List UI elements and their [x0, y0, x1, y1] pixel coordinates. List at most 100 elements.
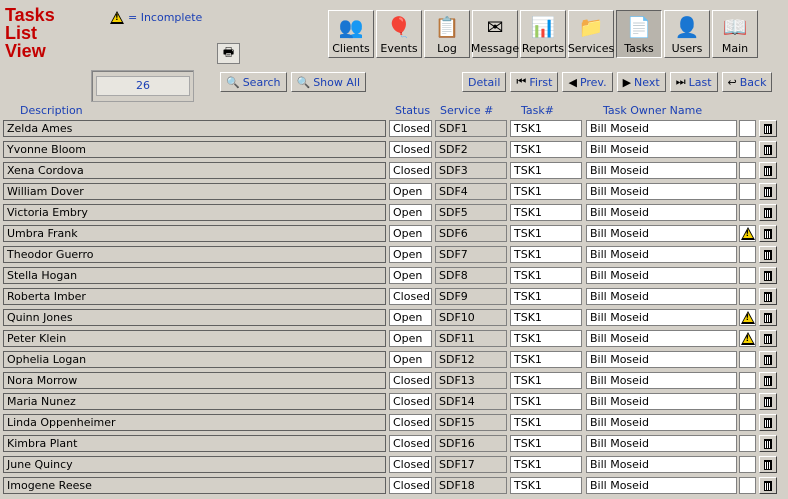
- status-cell[interactable]: Closed: [389, 120, 432, 137]
- status-cell[interactable]: Closed: [389, 393, 432, 410]
- table-row[interactable]: Quinn Jones Open SDF10 TSK1 Bill Moseid: [0, 308, 788, 329]
- table-row[interactable]: Xena Cordova Closed SDF3 TSK1 Bill Moseid: [0, 161, 788, 182]
- owner-cell[interactable]: Bill Moseid: [586, 162, 737, 179]
- owner-cell[interactable]: Bill Moseid: [586, 267, 737, 284]
- table-row[interactable]: Maria Nunez Closed SDF14 TSK1 Bill Moseid: [0, 392, 788, 413]
- owner-cell[interactable]: Bill Moseid: [586, 246, 737, 263]
- task-cell[interactable]: TSK1: [510, 414, 582, 431]
- status-cell[interactable]: Closed: [389, 477, 432, 494]
- owner-cell[interactable]: Bill Moseid: [586, 351, 737, 368]
- description-cell[interactable]: June Quincy: [3, 456, 386, 473]
- delete-button[interactable]: [759, 204, 777, 221]
- nav-main-button[interactable]: 📖 Main: [712, 10, 758, 58]
- table-row[interactable]: June Quincy Closed SDF17 TSK1 Bill Moseid: [0, 455, 788, 476]
- print-button[interactable]: 🖶: [217, 43, 240, 64]
- back-button[interactable]: ↩ Back: [721, 72, 773, 92]
- delete-button[interactable]: [759, 267, 777, 284]
- status-cell[interactable]: Open: [389, 267, 432, 284]
- description-cell[interactable]: Linda Oppenheimer: [3, 414, 386, 431]
- owner-cell[interactable]: Bill Moseid: [586, 330, 737, 347]
- owner-cell[interactable]: Bill Moseid: [586, 456, 737, 473]
- task-cell[interactable]: TSK1: [510, 246, 582, 263]
- description-cell[interactable]: Umbra Frank: [3, 225, 386, 242]
- nav-message-button[interactable]: ✉ Message: [471, 10, 519, 58]
- description-cell[interactable]: Xena Cordova: [3, 162, 386, 179]
- delete-button[interactable]: [759, 435, 777, 452]
- table-row[interactable]: William Dover Open SDF4 TSK1 Bill Moseid: [0, 182, 788, 203]
- description-cell[interactable]: Quinn Jones: [3, 309, 386, 326]
- delete-button[interactable]: [759, 120, 777, 137]
- table-row[interactable]: Stella Hogan Open SDF8 TSK1 Bill Moseid: [0, 266, 788, 287]
- task-cell[interactable]: TSK1: [510, 372, 582, 389]
- task-cell[interactable]: TSK1: [510, 162, 582, 179]
- task-cell[interactable]: TSK1: [510, 435, 582, 452]
- description-cell[interactable]: Ophelia Logan: [3, 351, 386, 368]
- task-cell[interactable]: TSK1: [510, 393, 582, 410]
- owner-cell[interactable]: Bill Moseid: [586, 204, 737, 221]
- delete-button[interactable]: [759, 477, 777, 494]
- task-cell[interactable]: TSK1: [510, 351, 582, 368]
- owner-cell[interactable]: Bill Moseid: [586, 393, 737, 410]
- status-cell[interactable]: Open: [389, 351, 432, 368]
- status-cell[interactable]: Closed: [389, 456, 432, 473]
- table-row[interactable]: Yvonne Bloom Closed SDF2 TSK1 Bill Moseid: [0, 140, 788, 161]
- task-cell[interactable]: TSK1: [510, 456, 582, 473]
- last-button[interactable]: ⏭ Last: [669, 72, 718, 92]
- status-cell[interactable]: Closed: [389, 435, 432, 452]
- col-header-status[interactable]: Status: [395, 104, 430, 117]
- delete-button[interactable]: [759, 246, 777, 263]
- col-header-service[interactable]: Service #: [440, 104, 493, 117]
- delete-button[interactable]: [759, 372, 777, 389]
- task-cell[interactable]: TSK1: [510, 267, 582, 284]
- table-row[interactable]: Zelda Ames Closed SDF1 TSK1 Bill Moseid: [0, 119, 788, 140]
- description-cell[interactable]: William Dover: [3, 183, 386, 200]
- owner-cell[interactable]: Bill Moseid: [586, 183, 737, 200]
- table-row[interactable]: Roberta Imber Closed SDF9 TSK1 Bill Moseid: [0, 287, 788, 308]
- table-row[interactable]: Nora Morrow Closed SDF13 TSK1 Bill Moseid: [0, 371, 788, 392]
- status-cell[interactable]: Open: [389, 183, 432, 200]
- delete-button[interactable]: [759, 393, 777, 410]
- task-cell[interactable]: TSK1: [510, 204, 582, 221]
- nav-reports-button[interactable]: 📊 Reports: [520, 10, 566, 58]
- table-row[interactable]: Linda Oppenheimer Closed SDF15 TSK1 Bill Mos…: [0, 413, 788, 434]
- owner-cell[interactable]: Bill Moseid: [586, 414, 737, 431]
- nav-services-button[interactable]: 📁 Services: [568, 10, 614, 58]
- description-cell[interactable]: Zelda Ames: [3, 120, 386, 137]
- table-row[interactable]: Kimbra Plant Closed SDF16 TSK1 Bill Moseid: [0, 434, 788, 455]
- owner-cell[interactable]: Bill Moseid: [586, 372, 737, 389]
- nav-clients-button[interactable]: 👥 Clients: [328, 10, 374, 58]
- delete-button[interactable]: [759, 288, 777, 305]
- task-cell[interactable]: TSK1: [510, 120, 582, 137]
- task-cell[interactable]: TSK1: [510, 330, 582, 347]
- task-cell[interactable]: TSK1: [510, 309, 582, 326]
- owner-cell[interactable]: Bill Moseid: [586, 288, 737, 305]
- nav-tasks-button[interactable]: 📄 Tasks: [616, 10, 662, 58]
- description-cell[interactable]: Stella Hogan: [3, 267, 386, 284]
- delete-button[interactable]: [759, 183, 777, 200]
- task-cell[interactable]: TSK1: [510, 288, 582, 305]
- status-cell[interactable]: Closed: [389, 288, 432, 305]
- task-cell[interactable]: TSK1: [510, 141, 582, 158]
- owner-cell[interactable]: Bill Moseid: [586, 225, 737, 242]
- owner-cell[interactable]: Bill Moseid: [586, 141, 737, 158]
- description-cell[interactable]: Maria Nunez: [3, 393, 386, 410]
- search-button[interactable]: 🔍 Search: [220, 72, 287, 92]
- next-button[interactable]: ▶ Next: [616, 72, 666, 92]
- owner-cell[interactable]: Bill Moseid: [586, 477, 737, 494]
- nav-users-button[interactable]: 👤 Users: [664, 10, 710, 58]
- description-cell[interactable]: Victoria Embry: [3, 204, 386, 221]
- scrollbar[interactable]: [779, 119, 788, 499]
- status-cell[interactable]: Open: [389, 330, 432, 347]
- status-cell[interactable]: Closed: [389, 141, 432, 158]
- detail-button[interactable]: Detail: [462, 72, 507, 92]
- description-cell[interactable]: Yvonne Bloom: [3, 141, 386, 158]
- first-button[interactable]: ⏮ First: [510, 72, 559, 92]
- show-all-button[interactable]: 🔍 Show All: [290, 72, 367, 92]
- table-row[interactable]: Umbra Frank Open SDF6 TSK1 Bill Moseid: [0, 224, 788, 245]
- delete-button[interactable]: [759, 456, 777, 473]
- status-cell[interactable]: Open: [389, 246, 432, 263]
- delete-button[interactable]: [759, 309, 777, 326]
- task-cell[interactable]: TSK1: [510, 225, 582, 242]
- owner-cell[interactable]: Bill Moseid: [586, 435, 737, 452]
- delete-button[interactable]: [759, 414, 777, 431]
